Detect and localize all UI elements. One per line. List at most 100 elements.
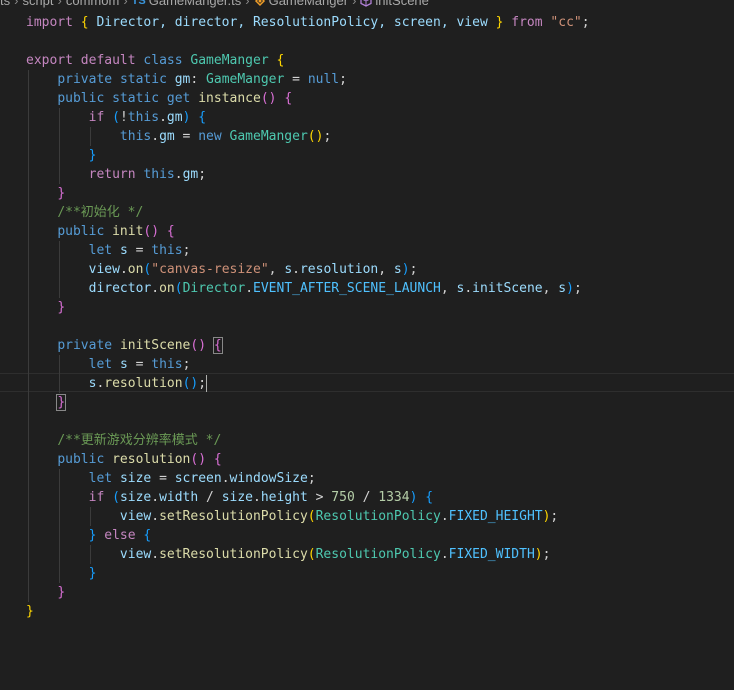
chevron-right-icon: › <box>123 0 128 8</box>
code-token: ) <box>566 281 574 296</box>
code-token: ( <box>112 110 120 125</box>
breadcrumb-item-commom[interactable]: commom <box>66 0 119 10</box>
code-token: ; <box>581 15 590 30</box>
indent-guide <box>28 469 29 488</box>
class-symbol-icon <box>254 0 265 7</box>
indent-guide <box>28 70 29 89</box>
code-line-32: } <box>26 602 734 621</box>
code-token: { <box>276 53 285 68</box>
code-token: width <box>159 490 199 505</box>
code-token: . <box>253 490 261 505</box>
code-token: ; <box>409 262 418 277</box>
code-token: null <box>307 72 340 87</box>
code-token: instance <box>198 91 261 106</box>
code-line-11: /**初始化 */ <box>26 203 734 222</box>
code-token: / <box>198 490 222 505</box>
code-token: ; <box>307 471 316 486</box>
code-token: s <box>119 243 128 258</box>
code-token: = <box>151 471 175 486</box>
code-token: } <box>57 300 66 315</box>
code-line-7: this.gm = new GameManger(); <box>26 127 734 146</box>
code-token: view <box>119 547 152 562</box>
indent-guide <box>59 108 60 127</box>
code-token: . <box>464 281 473 296</box>
code-token: ; <box>550 509 559 524</box>
breadcrumb-item-ts[interactable]: ts <box>0 0 10 10</box>
code-line-26: if (size.width / size.height > 750 / 133… <box>26 488 734 507</box>
code-token: gm <box>166 110 183 125</box>
code-token: gm <box>159 129 175 144</box>
code-token: view <box>88 262 120 277</box>
indent-guide <box>59 526 60 545</box>
code-line-9: return this.gm; <box>26 165 734 184</box>
code-token: s <box>558 281 567 296</box>
indent-guide <box>28 222 29 241</box>
code-token: GameManger <box>229 129 308 144</box>
code-token: this <box>119 129 152 144</box>
code-token: if <box>88 110 105 125</box>
indent-guide <box>59 488 60 507</box>
code-token: resolution <box>112 452 191 467</box>
code-token: } <box>88 566 97 581</box>
indent-guide <box>59 260 60 279</box>
code-token: : <box>190 72 207 87</box>
code-token: resolution <box>104 376 183 391</box>
code-token: initScene <box>472 281 543 296</box>
chevron-right-icon: › <box>352 0 357 8</box>
code-line-31: } <box>26 583 734 602</box>
code-token: ; <box>182 357 191 372</box>
code-token: height <box>260 490 308 505</box>
code-token: () <box>143 224 160 239</box>
indent-guide <box>59 374 60 393</box>
code-token: ; <box>573 281 582 296</box>
code-line-30: } <box>26 564 734 583</box>
code-token: 750 <box>331 490 355 505</box>
code-token: = <box>174 129 199 144</box>
code-line-18: private initScene() { <box>26 336 734 355</box>
code-token: default <box>80 53 136 68</box>
code-token: director <box>88 281 152 296</box>
indent-guide <box>28 393 29 412</box>
code-token: () <box>260 91 277 106</box>
indent-guide <box>28 412 29 431</box>
code-line-13: let s = this; <box>26 241 734 260</box>
indent-guide <box>59 564 60 583</box>
code-line-27: view.setResolutionPolicy(ResolutionPolic… <box>26 507 734 526</box>
code-token: windowSize <box>229 471 308 486</box>
code-token: { <box>166 224 175 239</box>
code-token: = <box>127 243 152 258</box>
code-token: gm <box>174 72 191 87</box>
code-line-14: view.on("canvas-resize", s.resolution, s… <box>26 260 734 279</box>
code-token: initScene <box>119 338 191 353</box>
indent-guide <box>59 355 60 374</box>
breadcrumb-item-class[interactable]: GameManger <box>269 0 348 10</box>
breadcrumb-item-method[interactable]: initScene <box>375 0 428 10</box>
indent-guide <box>28 431 29 450</box>
chevron-right-icon: › <box>14 0 19 8</box>
code-editor[interactable]: import { Director, director, ResolutionP… <box>26 13 734 621</box>
code-token: ) <box>401 262 410 277</box>
code-token: ; <box>339 72 347 87</box>
code-token: . <box>151 281 160 296</box>
breadcrumb-item-script[interactable]: script <box>22 0 53 10</box>
code-token: this <box>143 167 175 182</box>
code-token: EVENT_AFTER_SCENE_LAUNCH <box>253 281 441 296</box>
breadcrumb-item-file[interactable]: GameManger.ts <box>149 0 242 10</box>
indent-guide <box>28 127 29 146</box>
code-token: let <box>88 471 113 486</box>
indent-guide <box>28 488 29 507</box>
code-line-25: let size = screen.windowSize; <box>26 469 734 488</box>
code-line-5: public static get instance() { <box>26 89 734 108</box>
indent-guide <box>28 165 29 184</box>
code-token: on <box>127 262 144 277</box>
method-symbol-icon <box>360 0 373 7</box>
indent-guide <box>28 203 29 222</box>
code-token: new <box>198 129 222 144</box>
